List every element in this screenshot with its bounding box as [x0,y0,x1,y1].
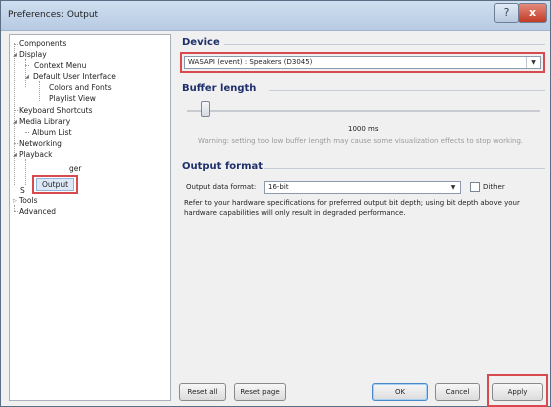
data-format-label: Output data format: [186,183,257,191]
apply-button[interactable]: Apply [492,383,543,401]
buffer-value: 1000 ms [348,125,379,133]
tree-guide-line [39,81,40,101]
tree-guide-line [14,43,15,185]
dither-checkbox[interactable] [470,182,480,192]
tree-item-context-menu[interactable]: Context Menu [34,61,86,70]
tree-item-components[interactable]: Components [19,39,66,48]
tree-item-album-list[interactable]: Album List [32,128,72,137]
tree-guide-line [25,132,29,133]
reset-all-button[interactable]: Reset all [179,383,226,401]
group-divider [269,90,545,91]
close-button[interactable]: x [518,3,547,23]
tree-item-tools[interactable]: Tools [19,196,37,205]
group-divider [224,44,545,45]
tree-item-advanced[interactable]: Advanced [19,207,56,216]
help-button[interactable]: ? [494,3,519,23]
device-heading: Device [182,37,220,48]
tree-guide-line [25,159,26,185]
tree-guide-line [14,110,18,111]
output-format-heading: Output format [182,161,264,172]
buffer-heading: Buffer length [182,83,257,94]
reset-page-button[interactable]: Reset page [234,383,286,401]
collapse-arrow-icon[interactable]: ▷ [13,198,17,204]
chevron-down-icon[interactable]: ▼ [446,182,460,193]
dither-label: Dither [483,183,505,191]
expand-arrow-icon[interactable]: ◢ [25,74,29,80]
window-title: Preferences: Output [8,10,99,20]
data-format-select[interactable]: 16-bit ▼ [264,181,461,194]
cancel-button[interactable]: Cancel [435,383,480,401]
expand-arrow-icon[interactable]: ◢ [13,119,17,125]
tree-guide-line [14,44,18,45]
data-format-value: 16-bit [268,183,289,191]
tree-guide-line [25,59,26,87]
chevron-down-icon[interactable]: ▼ [526,57,540,68]
tree-item-partially-hidden[interactable]: S [20,186,25,195]
device-select[interactable]: WASAPI (event) : Speakers (D3045) ▼ [184,56,541,69]
device-select-value: WASAPI (event) : Speakers (D3045) [188,58,313,66]
expand-arrow-icon[interactable]: ◢ [13,52,17,58]
tree-item-colors-and-fonts[interactable]: Colors and Fonts [49,83,112,92]
tree-item-playlist-view[interactable]: Playlist View [49,94,96,103]
title-bar: Preferences: Output ? x [1,1,550,31]
preferences-tree[interactable]: Components ◢ Display Context Menu ◢ Defa… [9,34,171,401]
tree-item-display[interactable]: Display [19,50,47,59]
tree-guide-line [14,143,18,144]
expand-arrow-icon[interactable]: ◢ [13,152,17,158]
buffer-slider-track[interactable] [187,110,540,112]
tree-item-default-user-interface[interactable]: Default User Interface [33,72,116,81]
tree-guide-line [25,65,29,66]
tree-item-networking[interactable]: Networking [19,139,62,148]
tree-item-keyboard-shortcuts[interactable]: Keyboard Shortcuts [19,106,93,115]
output-format-note: Refer to your hardware specifications fo… [184,199,520,217]
buffer-warning: Warning: setting too low buffer length m… [198,137,524,145]
tree-item-playback[interactable]: Playback [19,150,52,159]
tree-guide-line [14,211,18,212]
ok-button[interactable]: OK [372,383,428,401]
buffer-slider-handle[interactable] [201,101,210,117]
preferences-window: Preferences: Output ? x Components ◢ Dis… [0,0,551,407]
tree-item-output[interactable]: Output [36,178,74,191]
group-divider [264,168,545,169]
tree-item-partially-hidden[interactable]: ger [69,164,81,173]
tree-item-media-library[interactable]: Media Library [19,117,70,126]
